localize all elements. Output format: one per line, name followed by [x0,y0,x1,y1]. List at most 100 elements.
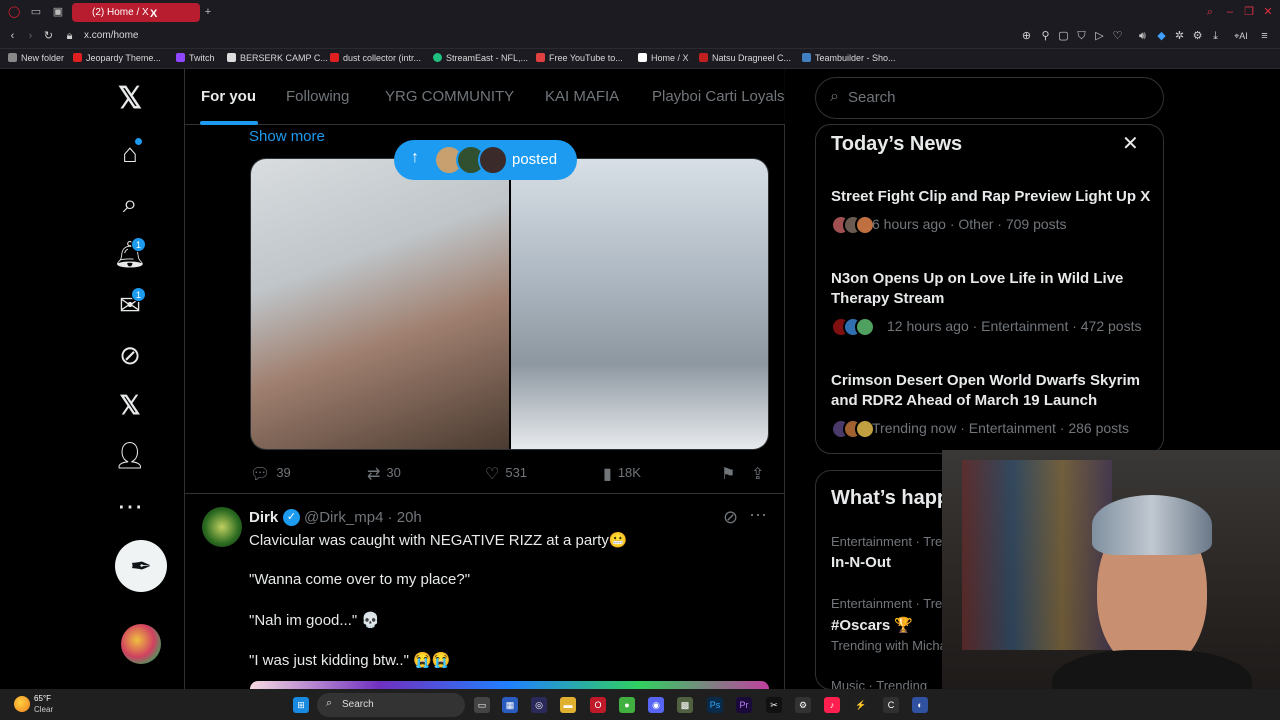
bookmark-favicon-icon [699,53,708,62]
pin-icon[interactable]: ⚲ [1039,30,1052,43]
volume-icon[interactable]: 🔊︎ [1136,30,1149,43]
bookmark-item[interactable]: Jeopardy Theme... [73,53,161,63]
trend-name[interactable]: In-N-Out [831,554,891,571]
tab-following[interactable]: Following [286,88,349,105]
extensions-icon[interactable]: ✲ [1173,30,1186,43]
tab-playboi-carti-loyals[interactable]: Playboi Carti Loyals [652,88,785,105]
file-explorer-icon[interactable]: ▬ [560,697,576,713]
news-headline[interactable]: N3on Opens Up on Love Life in Wild Live … [831,269,1156,309]
app-icon[interactable]: ⚡ [853,697,869,713]
capcut-icon[interactable]: ✂ [766,697,782,713]
premium-x-icon[interactable]: 𝕏 [114,389,146,421]
url-field[interactable]: x.com/home [84,30,138,41]
photoshop-icon[interactable]: Ps [707,697,723,713]
bookmark-item[interactable]: Teambuilder - Sho... [802,53,896,63]
account-avatar[interactable] [121,624,161,664]
tab-kai-mafia[interactable]: KAI MAFIA [545,88,619,105]
speed-dial-icon[interactable]: ▣ [52,6,64,18]
reply-button[interactable]: 💬︎ 39 [250,464,291,484]
trend-name[interactable]: #Oscars 🏆 [831,616,913,634]
task-view-icon[interactable]: ▭ [474,697,490,713]
search-input[interactable]: ⌕ Search [815,77,1164,119]
bookmark-item[interactable]: StreamEast - NFL,... [433,53,528,63]
bookmark-item[interactable]: dust collector (intr... [330,53,421,63]
minimize-icon[interactable]: – [1224,6,1236,18]
news-headline[interactable]: Street Fight Clip and Rap Preview Light … [831,187,1156,207]
bookmark-item[interactable]: Natsu Dragneel C... [699,53,791,63]
ai-icon[interactable]: ⌖AI [1231,30,1251,43]
premiere-icon[interactable]: Pr [736,697,752,713]
heart-icon: ♡ [485,466,500,483]
app-icon[interactable]: ▩ [677,697,693,713]
shield-icon[interactable]: ⛉ [1075,30,1088,43]
windows-start-icon[interactable]: ⊞ [293,697,309,713]
bookmark-favicon-icon [536,53,545,62]
back-icon[interactable]: ‹ [6,30,19,43]
share-button[interactable]: ⇪ [751,464,770,484]
x-logo-icon[interactable]: 𝕏 [114,82,146,115]
author-name[interactable]: Dirk [249,509,278,526]
post-media-image[interactable] [250,681,769,689]
avatar[interactable] [202,507,242,547]
address-bar-row: ‹ › ↻ 🔒︎ x.com/home ⊕ ⚲ ▢ ⛉ ▷ ♡ 🔊︎ ◆ ✲ ⚙… [0,25,1280,49]
forward-icon[interactable]: › [24,30,37,43]
app-icon[interactable]: ◎ [531,697,547,713]
restore-icon[interactable]: ❐ [1243,6,1255,18]
bookmark-item[interactable]: Free YouTube to... [536,53,623,63]
opera-logo-icon[interactable]: ◯ [8,6,20,18]
tab-yrg-community[interactable]: YRG COMMUNITY [385,88,514,105]
discord-icon[interactable]: ◉ [648,697,664,713]
views-button[interactable]: ▮ 18K [603,464,641,484]
search-tabs-icon[interactable]: ⌕ [1204,6,1216,18]
more-options-icon[interactable]: ⋯ [749,505,767,526]
repost-button[interactable]: ⇄ 30 [367,464,401,484]
new-posts-pill[interactable]: ↑ posted [394,140,577,180]
bookmark-item[interactable]: BERSERK CAMP C... [227,53,328,63]
explore-search-icon[interactable]: ⌕ [114,188,146,220]
reload-icon[interactable]: ↻ [42,30,55,43]
weather-icon[interactable] [14,696,30,712]
bookmark-item[interactable]: New folder [8,53,64,63]
heart-icon[interactable]: ♡ [1111,30,1124,43]
tab-for-you[interactable]: For you [201,88,256,105]
new-tab-icon[interactable]: + [202,6,214,18]
workspaces-icon[interactable]: ▭ [30,6,42,18]
grok-icon[interactable]: ⊘ [723,507,738,528]
like-button[interactable]: ♡ 531 [485,464,527,484]
timeline-tabs: For you Following YRG COMMUNITY KAI MAFI… [185,69,785,125]
bookmark-item[interactable]: Twitch [176,53,215,63]
app-icon[interactable]: ● [619,697,635,713]
show-more-link[interactable]: Show more [249,128,325,145]
search-icon: ⌕ [326,697,333,709]
bookmark-button[interactable]: ⚑ [721,464,741,484]
post-text-line: "I was just kidding btw.." 😭😭 [249,652,451,669]
store-icon[interactable]: ▦ [502,697,518,713]
browser-tab-active[interactable]: X (2) Home / X [72,3,200,22]
profile-person-icon[interactable]: 👤︎ [114,439,147,471]
opera-browser-icon[interactable]: O [590,697,606,713]
play-icon[interactable]: ▷ [1093,30,1106,43]
app-icon[interactable]: C [883,697,899,713]
close-icon[interactable]: ✕ [1122,131,1139,156]
tiktok-icon[interactable]: ♪ [824,697,840,713]
zoom-icon[interactable]: ⊕ [1020,30,1033,43]
post-divider [185,493,785,494]
post-media-image[interactable] [250,158,769,450]
screenshot-icon[interactable]: ▢ [1057,30,1070,43]
taskbar-search[interactable]: ⌕ Search [317,693,465,717]
close-window-icon[interactable]: ✕ [1262,6,1274,18]
vpn-icon[interactable]: ◆ [1155,30,1168,43]
compose-post-button[interactable]: ✒ [115,540,167,592]
menu-icon[interactable]: ≡ [1258,30,1271,43]
more-options-icon[interactable]: ⋯ [114,490,146,522]
author-handle[interactable]: @Dirk_mp4 · 20h [304,509,422,526]
avatar [855,317,875,337]
search-placeholder: Search [848,89,896,106]
grok-icon[interactable]: ⊘ [114,339,146,371]
app-icon[interactable]: ⚙ [795,697,811,713]
news-headline[interactable]: Crimson Desert Open World Dwarfs Skyrim … [831,371,1156,411]
app-icon[interactable]: ◐ [912,697,928,713]
download-icon[interactable]: ⤓ [1209,30,1222,43]
easy-setup-icon[interactable]: ⚙ [1191,30,1204,43]
bookmark-item[interactable]: Home / X [638,53,689,63]
